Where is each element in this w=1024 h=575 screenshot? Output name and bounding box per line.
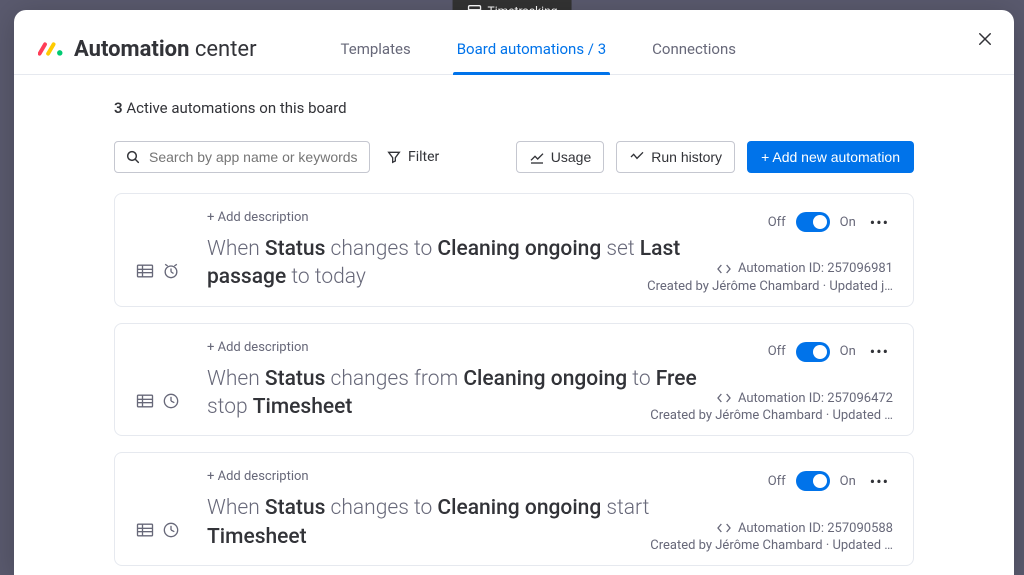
- alarm-icon: [161, 261, 181, 281]
- toggle-on-label: On: [840, 344, 856, 359]
- tabs: Templates Board automations / 3 Connecti…: [337, 24, 740, 74]
- search-box[interactable]: [114, 141, 370, 173]
- filter-button[interactable]: Filter: [382, 142, 443, 172]
- card-meta: Automation ID: 257096472 Created by Jérô…: [650, 390, 893, 423]
- close-button[interactable]: [976, 30, 994, 53]
- card-menu-button[interactable]: •••: [866, 472, 893, 491]
- tab-templates[interactable]: Templates: [337, 24, 415, 74]
- modal-header: Automation center Templates Board automa…: [14, 10, 1014, 75]
- card-meta: Automation ID: 257090588 Created by Jérô…: [650, 520, 893, 553]
- tab-connections[interactable]: Connections: [648, 24, 740, 74]
- code-icon: [716, 390, 732, 406]
- card-type-icons: [135, 340, 187, 422]
- clock-icon: [161, 391, 181, 411]
- add-automation-button[interactable]: + Add new automation: [747, 141, 914, 173]
- board-icon: [135, 261, 155, 281]
- card-menu-button[interactable]: •••: [866, 213, 893, 232]
- toolbar: Filter Usage Run history + Add new autom…: [114, 141, 914, 173]
- monday-logo-icon: [38, 39, 66, 59]
- automation-center-modal: Automation center Templates Board automa…: [14, 10, 1014, 575]
- usage-button[interactable]: Usage: [516, 141, 604, 173]
- run-history-icon: [629, 149, 645, 165]
- search-icon: [125, 149, 141, 165]
- toggle-off-label: Off: [768, 215, 786, 230]
- card-type-icons: [135, 469, 187, 551]
- code-icon: [716, 261, 732, 277]
- content-area: 3 Active automations on this board Filte…: [14, 75, 1014, 575]
- filter-icon: [386, 149, 402, 165]
- search-input[interactable]: [149, 149, 359, 165]
- toggle-on-label: On: [840, 215, 856, 230]
- active-summary: 3 Active automations on this board: [114, 99, 914, 117]
- automation-card[interactable]: + Add description When Status changes to…: [114, 452, 914, 566]
- toggle-off-label: Off: [768, 474, 786, 489]
- brand-area: Automation center: [38, 37, 257, 62]
- board-icon: [135, 391, 155, 411]
- enable-toggle[interactable]: [796, 342, 830, 362]
- run-history-button[interactable]: Run history: [616, 141, 735, 173]
- board-icon: [135, 520, 155, 540]
- usage-icon: [529, 149, 545, 165]
- enable-toggle[interactable]: [796, 471, 830, 491]
- toggle-on-label: On: [840, 474, 856, 489]
- automation-card[interactable]: + Add description When Status changes to…: [114, 193, 914, 307]
- brand-title: Automation center: [74, 37, 257, 62]
- card-controls: Off On •••: [768, 212, 893, 232]
- card-controls: Off On •••: [768, 342, 893, 362]
- card-meta: Automation ID: 257096981 Created by Jérô…: [647, 261, 893, 294]
- card-controls: Off On •••: [768, 471, 893, 491]
- clock-icon: [161, 520, 181, 540]
- tab-board-automations[interactable]: Board automations / 3: [453, 24, 610, 74]
- card-type-icons: [135, 210, 187, 292]
- card-menu-button[interactable]: •••: [866, 342, 893, 361]
- automation-card[interactable]: + Add description When Status changes fr…: [114, 323, 914, 437]
- code-icon: [716, 520, 732, 536]
- enable-toggle[interactable]: [796, 212, 830, 232]
- toggle-off-label: Off: [768, 344, 786, 359]
